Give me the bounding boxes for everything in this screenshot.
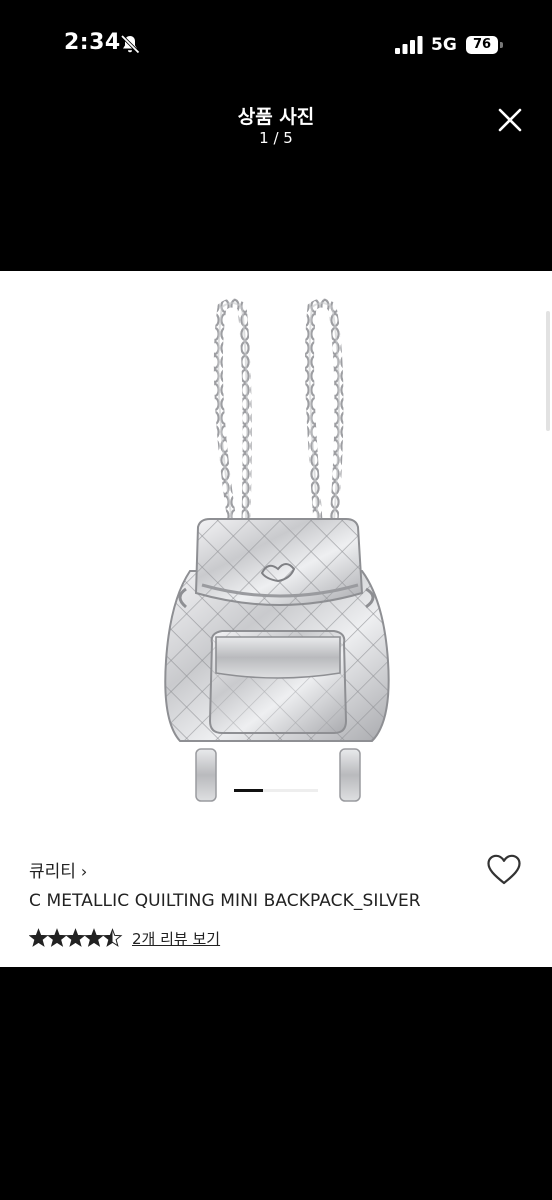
chevron-right-icon: ›	[80, 862, 88, 881]
brand-link[interactable]: 큐리티 ›	[29, 857, 87, 882]
review-link[interactable]: 2개 리뷰 보기	[132, 928, 220, 949]
heart-icon[interactable]	[486, 853, 522, 887]
status-time: 2:34	[64, 30, 121, 55]
star-icon	[65, 928, 86, 947]
scroll-hint	[546, 311, 550, 431]
photo-counter: 1 / 5	[259, 129, 293, 147]
page-indicator-active	[234, 789, 264, 792]
status-bar: 2:34 5G 76	[0, 0, 552, 90]
brand-name: 큐리티	[29, 862, 76, 882]
star-icon	[84, 928, 104, 947]
product-info: 큐리티 › C METALLIC QUILTING MINI BACKPACK_S…	[0, 817, 552, 967]
page-indicator	[234, 789, 318, 792]
product-photo	[164, 298, 390, 802]
star-rating	[29, 928, 123, 947]
page-title: 상품 사진	[237, 106, 315, 128]
network-type: 5G	[431, 35, 457, 55]
product-photo-viewer[interactable]	[0, 271, 552, 817]
battery-level: 76	[472, 37, 492, 52]
star-icon	[29, 928, 49, 947]
star-icon	[47, 928, 67, 947]
close-icon[interactable]	[496, 106, 524, 134]
bell-slash-icon	[120, 34, 140, 54]
product-name: C METALLIC QUILTING MINI BACKPACK_SILVER	[29, 891, 421, 911]
battery-icon: 76	[466, 36, 504, 54]
star-icon	[102, 928, 123, 947]
cellular-signal-icon	[395, 36, 423, 54]
